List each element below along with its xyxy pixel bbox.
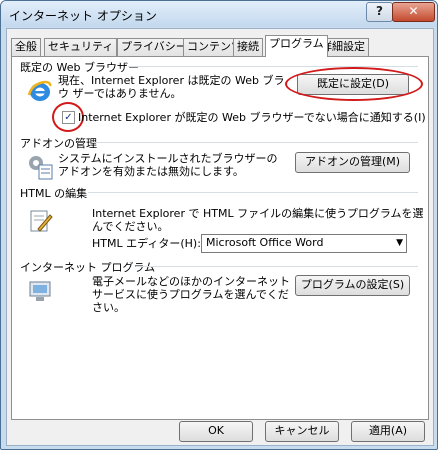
tab-connections[interactable]: 接続 [233,38,263,56]
internet-programs-icon [29,281,51,301]
html-editor-value: Microsoft Office Word [206,236,324,249]
section-divider [136,266,418,267]
apply-button[interactable]: 適用(A) [351,421,425,442]
internet-programs-section-title: インターネット プログラム [20,261,156,274]
manage-addons-button[interactable]: アドオンの管理(M) [295,152,410,173]
programs-panel: 既定の Web ブラウザー 現在、Internet Explorer は既定の … [11,56,429,420]
section-divider [88,192,418,193]
help-button[interactable]: ? [366,2,393,22]
annotation-circle-set-default [285,67,423,101]
tab-privacy[interactable]: プライバシー [117,38,191,56]
tab-general[interactable]: 全般 [11,38,41,56]
addons-gear-icon [29,156,53,180]
html-editor-label: HTML エディター(H): [92,237,201,250]
addons-description: システムにインストールされたブラウザーのアドオンを有効または無効にします。 [58,152,278,178]
internet-programs-description: 電子メールなどのほかのインターネット サービスに使うプログラムを選んでください。 [92,275,290,314]
dialog-client: 全般 セキュリティ プライバシー コンテンツ 接続 プログラム 詳細設定 既定の… [6,28,434,446]
title-bar: インターネット オプション ? ✕ [1,1,437,27]
section-divider [92,142,418,143]
html-edit-description: Internet Explorer で HTML ファイルの編集に使うプログラム… [92,207,424,233]
notify-checkbox-label: Internet Explorer が既定の Web ブラウザーでない場合に通知… [78,111,426,124]
dropdown-arrow-icon: ▼ [396,238,403,248]
tab-programs[interactable]: プログラム [265,35,328,57]
default-browser-description: 現在、Internet Explorer は既定の Web ブラウ ザーではあり… [58,74,285,100]
program-settings-button[interactable]: プログラムの設定(S) [295,275,410,296]
dialog-footer: OK キャンセル 適用(A) [7,421,433,445]
ok-button[interactable]: OK [179,421,253,442]
cancel-button[interactable]: キャンセル [265,421,339,442]
tab-security[interactable]: セキュリティ [44,38,118,56]
html-editor-select[interactable]: Microsoft Office Word ▼ [201,234,407,253]
default-browser-section-title: 既定の Web ブラウザー [20,61,139,74]
close-button[interactable]: ✕ [392,2,435,22]
window-title: インターネット オプション [9,9,157,23]
addons-section-title: アドオンの管理 [20,137,97,150]
html-edit-icon [30,210,53,232]
dialog-window: インターネット オプション ? ✕ 全般 セキュリティ プライバシー コンテンツ… [0,0,438,450]
html-edit-section-title: HTML の編集 [20,187,88,200]
internet-explorer-icon [27,80,52,101]
